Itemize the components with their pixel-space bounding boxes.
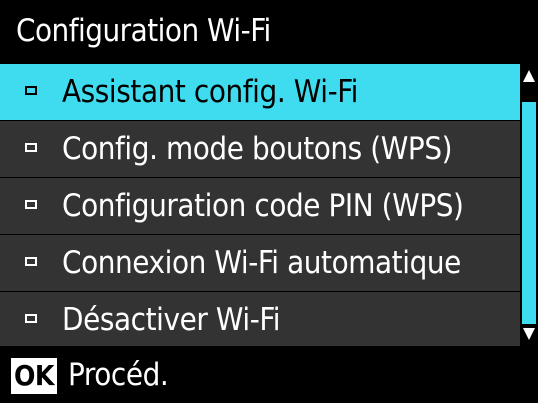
proceed-hint: Procéd. — [68, 357, 169, 393]
footer-bar: OK Procéd. — [0, 346, 538, 403]
scroll-thumb[interactable] — [522, 102, 536, 324]
menu-item-wps-push-button[interactable]: Config. mode boutons (WPS) — [0, 121, 520, 177]
title-bar: Configuration Wi-Fi — [0, 0, 538, 62]
scroll-up-arrow-icon[interactable] — [523, 70, 535, 82]
square-bullet-icon — [25, 257, 37, 266]
menu-scrollbar[interactable] — [520, 62, 538, 346]
menu-item-label: Connexion Wi-Fi automatique — [62, 245, 461, 281]
menu-item-wifi-wizard[interactable]: Assistant config. Wi-Fi — [0, 64, 520, 120]
menu-item-label: Assistant config. Wi-Fi — [62, 74, 359, 110]
menu-item-label: Désactiver Wi-Fi — [62, 302, 281, 338]
scroll-down-arrow-icon[interactable] — [523, 328, 535, 340]
square-bullet-icon — [25, 86, 37, 95]
square-bullet-icon — [25, 143, 37, 152]
square-bullet-icon — [25, 314, 37, 323]
wifi-setup-menu: Assistant config. Wi-Fi Config. mode bou… — [0, 62, 520, 348]
menu-item-label: Config. mode boutons (WPS) — [62, 131, 453, 167]
ok-button-badge[interactable]: OK — [11, 358, 57, 394]
menu-item-wps-pin-code[interactable]: Configuration code PIN (WPS) — [0, 178, 520, 234]
square-bullet-icon — [25, 200, 37, 209]
menu-item-label: Configuration code PIN (WPS) — [62, 188, 464, 224]
menu-item-wifi-auto-connect[interactable]: Connexion Wi-Fi automatique — [0, 235, 520, 291]
menu-item-disable-wifi[interactable]: Désactiver Wi-Fi — [0, 292, 520, 348]
wifi-setup-screen: Configuration Wi-Fi Assistant config. Wi… — [0, 0, 538, 403]
page-title: Configuration Wi-Fi — [16, 13, 271, 49]
